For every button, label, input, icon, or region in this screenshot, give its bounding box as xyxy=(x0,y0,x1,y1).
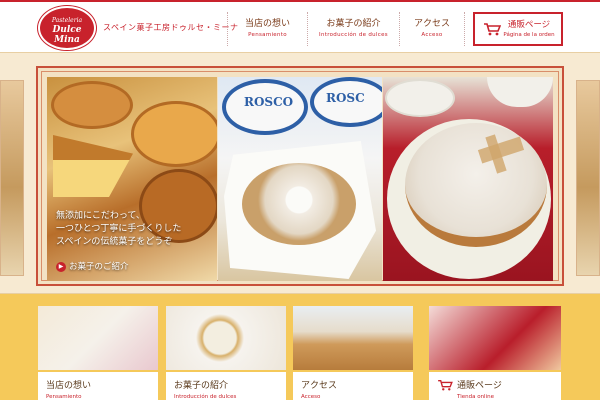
card-divider xyxy=(429,370,561,372)
card-title-jp: 当店の想い xyxy=(46,381,92,391)
nav-label-jp: アクセス xyxy=(413,19,450,29)
card-access[interactable]: アクセス Acceso xyxy=(293,306,413,400)
hero-image-cake xyxy=(383,77,553,281)
wrapper-label: ROSCO xyxy=(244,95,294,109)
card-sweets[interactable]: お菓子の紹介 Introducción de dulces xyxy=(166,306,286,400)
cart-icon xyxy=(438,380,453,391)
hero-caption-line: 一つひとつ丁寧に手づくりした xyxy=(56,224,182,234)
hero-sweets-link[interactable]: ▶ お菓子のご紹介 xyxy=(56,260,129,272)
nav-label-jp: お菓子の紹介 xyxy=(326,19,381,29)
card-title-es: Acceso xyxy=(301,394,321,400)
card-title-es: Tienda online xyxy=(457,394,494,400)
cup-image xyxy=(385,79,455,117)
card-divider xyxy=(38,370,158,372)
hero-link-label: お菓子のご紹介 xyxy=(69,262,129,272)
nav-item-access[interactable]: アクセス Acceso xyxy=(399,12,465,46)
nav-label-es: Acceso xyxy=(421,32,443,38)
site-logo[interactable]: Pasteleria Dulce Mina xyxy=(38,6,96,50)
card-divider xyxy=(166,370,286,372)
card-title-es: Pensamiento xyxy=(46,394,82,400)
cup-image xyxy=(487,77,553,107)
hero-side-image-left xyxy=(0,80,24,276)
arrow-icon: ▶ xyxy=(56,262,66,272)
card-divider xyxy=(293,370,413,372)
card-image xyxy=(38,306,158,370)
card-image xyxy=(293,306,413,370)
hero-caption: 無添加にこだわって、 一つひとつ丁寧に手づくりした スペインの伝統菓子をどうぞ xyxy=(56,210,181,249)
hero-image-rosco: ROSCO ROSC xyxy=(218,77,382,281)
logo-small-text: Pasteleria xyxy=(51,17,83,24)
cart-icon xyxy=(484,23,501,36)
pie-slice-image xyxy=(53,135,133,197)
order-page-button[interactable]: 通販ページ Página de la orden xyxy=(473,12,563,46)
nav-label-jp: 当店の想い xyxy=(244,19,290,29)
card-image xyxy=(429,306,561,370)
donut-image xyxy=(242,163,356,245)
nav-item-sweets[interactable]: お菓子の紹介 Introducción de dulces xyxy=(307,12,399,46)
logo-main-text: Dulce Mina xyxy=(52,25,82,45)
card-online-shop[interactable]: 通販ページ Tienda online xyxy=(429,306,561,400)
hero-image-pies xyxy=(47,77,217,281)
card-title-es: Introducción de dulces xyxy=(174,394,237,400)
hero-caption-line: 無添加にこだわって、 xyxy=(56,211,145,221)
nav-item-philosophy[interactable]: 当店の想い Pensamiento xyxy=(227,12,307,46)
nav-label-es: Pensamiento xyxy=(248,32,287,38)
hero-side-image-right xyxy=(576,80,600,276)
cake-image xyxy=(405,123,547,247)
card-image xyxy=(166,306,286,370)
card-title-jp: アクセス xyxy=(301,381,338,391)
card-title-jp: 通販ページ xyxy=(457,381,502,391)
pie-image xyxy=(131,101,217,167)
site-header: Pasteleria Dulce Mina スペイン菓子工房ドゥルセ・ミーナ 当… xyxy=(0,0,600,52)
nav-label-es: Introducción de dulces xyxy=(319,32,388,38)
card-title-jp: お菓子の紹介 xyxy=(174,381,229,391)
card-philosophy[interactable]: 当店の想い Pensamiento xyxy=(38,306,158,400)
pie-image xyxy=(51,81,133,129)
site-tagline: スペイン菓子工房ドゥルセ・ミーナ xyxy=(103,23,239,32)
wrapper-label: ROSC xyxy=(326,91,365,105)
hero-caption-line: スペインの伝統菓子をどうぞ xyxy=(56,237,173,247)
